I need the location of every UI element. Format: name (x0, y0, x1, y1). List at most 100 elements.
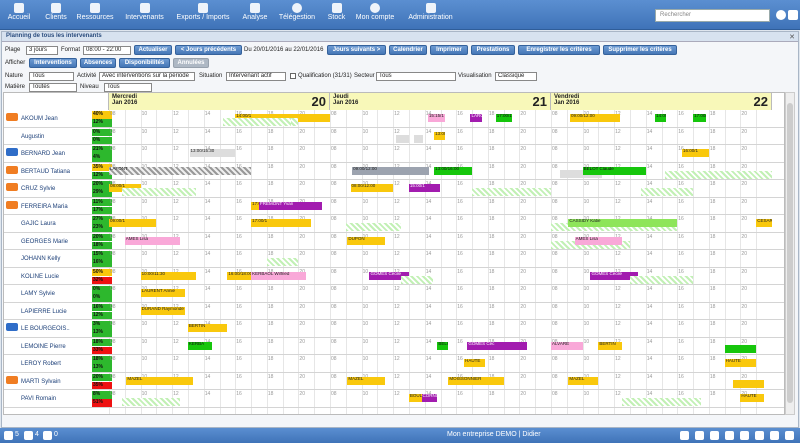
nature-select[interactable]: Tous (29, 72, 74, 81)
mail-icon[interactable] (43, 431, 52, 440)
intervention-block[interactable] (121, 398, 181, 406)
nav-item-ressources[interactable]: Ressources (75, 3, 115, 28)
intervenant-name[interactable]: JOHANN Kelly (21, 256, 60, 262)
intervention-block[interactable]: LAROC (470, 114, 482, 122)
intervention-block[interactable]: 13:00/1 (434, 131, 446, 140)
intervention-block[interactable]: CASSIDY Katie (568, 219, 678, 227)
intervention-block[interactable]: BERTIN (187, 324, 228, 332)
search-input[interactable]: Rechercher (655, 9, 770, 22)
intervenant-name[interactable]: CRUZ Sylvie (21, 186, 55, 192)
intervenant-name[interactable]: MARTI Sylvain (21, 379, 61, 385)
activite-select[interactable]: Avec interventions sur la période (99, 72, 195, 81)
intervention-block[interactable] (266, 258, 299, 266)
intervention-block[interactable]: HAUTE (740, 394, 765, 402)
plage-select[interactable]: 3 jours (26, 46, 58, 55)
matiere-select[interactable]: Toutes (29, 83, 77, 92)
intervention-block[interactable]: 09:00/1 (109, 219, 157, 227)
niveau-select[interactable]: Tous (104, 83, 152, 92)
intervention-block[interactable] (664, 170, 772, 179)
intervenant-name[interactable]: LAPIERRE Lucie (21, 309, 67, 315)
intervention-block[interactable]: AMES Lisa (574, 236, 623, 245)
nav-item-accueil[interactable]: Accueil (3, 3, 35, 28)
intervention-block[interactable] (732, 379, 765, 388)
disponibilites-toggle[interactable]: Disponibilités (119, 58, 170, 68)
intervenant-name[interactable]: FERREIRA Maria (21, 204, 68, 210)
scrollbar-thumb[interactable] (787, 103, 793, 403)
actualiser-button[interactable]: Actualiser (134, 45, 172, 55)
intervenant-name[interactable]: LEMOINE Pierre (21, 344, 66, 350)
intervenant-name[interactable]: BERTAUD Tatiana (21, 169, 70, 175)
intervention-block[interactable]: BELOT Claude (582, 166, 646, 175)
intervention-block[interactable]: AMES Lisa (124, 236, 181, 245)
tools-icon[interactable] (680, 431, 689, 440)
intervention-block[interactable]: 17:00/1 (693, 114, 706, 122)
intervention-block[interactable]: HAUTE (724, 359, 757, 367)
intervention-block[interactable]: 17:00/1 (251, 219, 312, 227)
delete-criteria-button[interactable]: Supprimer les critères (603, 45, 677, 55)
phone-icon[interactable] (24, 431, 33, 440)
warning-icon[interactable] (4, 431, 13, 440)
intervention-block[interactable] (121, 188, 196, 196)
save-criteria-button[interactable]: Enregistrer les critères (518, 45, 600, 55)
prev-days-button[interactable]: < Jours précédents (175, 45, 242, 55)
intervention-block[interactable]: KERBA (187, 341, 212, 350)
intervention-block[interactable] (345, 223, 402, 231)
nav-item-analyse[interactable]: Analyse (240, 3, 270, 28)
intervention-block[interactable]: GOMES Céc (467, 341, 528, 350)
intervention-block[interactable]: BERTIN (598, 341, 623, 350)
intervenant-name[interactable]: PAVI Romain (21, 396, 56, 402)
vertical-scrollbar[interactable] (785, 92, 795, 415)
intervention-block[interactable]: LAURENT Annie (140, 289, 185, 297)
window-icon[interactable] (725, 431, 734, 440)
wrench-icon[interactable] (788, 10, 798, 20)
intervention-block[interactable]: DURAND Raymonde (140, 306, 185, 315)
intervention-block[interactable]: 09:00/12:00 (352, 166, 430, 175)
intervention-block[interactable]: BELOT (437, 341, 449, 350)
intervention-block[interactable]: 17:00/1 (495, 114, 512, 122)
screen-icon[interactable] (755, 431, 764, 440)
intervention-block[interactable]: 13:00/15:30 (189, 149, 236, 157)
intervention-block[interactable]: 08:00/12:00 (350, 184, 394, 192)
format-select[interactable]: 08:00 - 22:00 (83, 46, 131, 55)
intervention-block[interactable] (472, 188, 551, 196)
nav-item-mon-compte[interactable]: Mon compte (354, 3, 396, 28)
intervenant-name[interactable]: LE BOURGEOIS.. (21, 326, 70, 332)
intervention-block[interactable]: DUPON (347, 236, 386, 245)
close-icon[interactable]: ✕ (789, 33, 795, 41)
nav-item-stock[interactable]: Stock (324, 3, 349, 28)
monitor-icon[interactable] (710, 431, 719, 440)
absences-toggle[interactable]: Absences (80, 58, 116, 68)
intervention-block[interactable] (622, 398, 701, 406)
intervenant-name[interactable]: KOLINE Lucie (21, 274, 59, 280)
expand-icon[interactable] (770, 431, 779, 440)
intervention-block[interactable] (222, 118, 291, 126)
intervention-block[interactable]: 15:00/1 (408, 184, 441, 192)
nav-item-exports-imports[interactable]: Exports / Imports (172, 3, 234, 28)
calendrier-button[interactable]: Calendrier (389, 45, 427, 55)
intervenant-name[interactable]: GAJIC Laura (21, 221, 56, 227)
intervenant-name[interactable]: GEORGES Marie (21, 239, 68, 245)
visualisation-select[interactable]: Classique (495, 72, 537, 81)
intervention-block[interactable]: 09:00/12:00 (569, 114, 621, 122)
intervention-block[interactable]: HAUTE (464, 359, 485, 367)
nav-item-intervenants[interactable]: Intervenants (122, 3, 167, 28)
table-icon[interactable] (695, 431, 704, 440)
intervention-block[interactable]: MAZEL (347, 376, 386, 385)
prestations-button[interactable]: Prestations (471, 45, 515, 55)
interventions-toggle[interactable]: Interventions (29, 58, 77, 68)
intervention-block[interactable]: ALVARE (551, 341, 583, 350)
secteur-select[interactable]: Tous (376, 72, 456, 81)
intervention-block[interactable] (396, 134, 409, 143)
intervenant-name[interactable]: AKOUM Jean (21, 116, 58, 122)
intervention-block[interactable] (413, 134, 424, 143)
intervention-block[interactable]: KERBAOL Wilfried (251, 271, 307, 280)
intervenant-name[interactable]: LAMY Sylvie (21, 291, 55, 297)
intervenant-name[interactable]: BERNARD Jean (21, 151, 65, 157)
intervention-block[interactable]: CESAR (756, 219, 772, 227)
intervention-block[interactable]: MAZEL (568, 376, 599, 385)
intervention-block[interactable]: 10:00/11:30 (140, 271, 196, 280)
list-icon[interactable] (740, 431, 749, 440)
logout-icon[interactable] (785, 431, 794, 440)
intervention-block[interactable]: LAFONT (109, 166, 252, 175)
intervention-block[interactable]: 13:00/16:00 (434, 166, 473, 175)
